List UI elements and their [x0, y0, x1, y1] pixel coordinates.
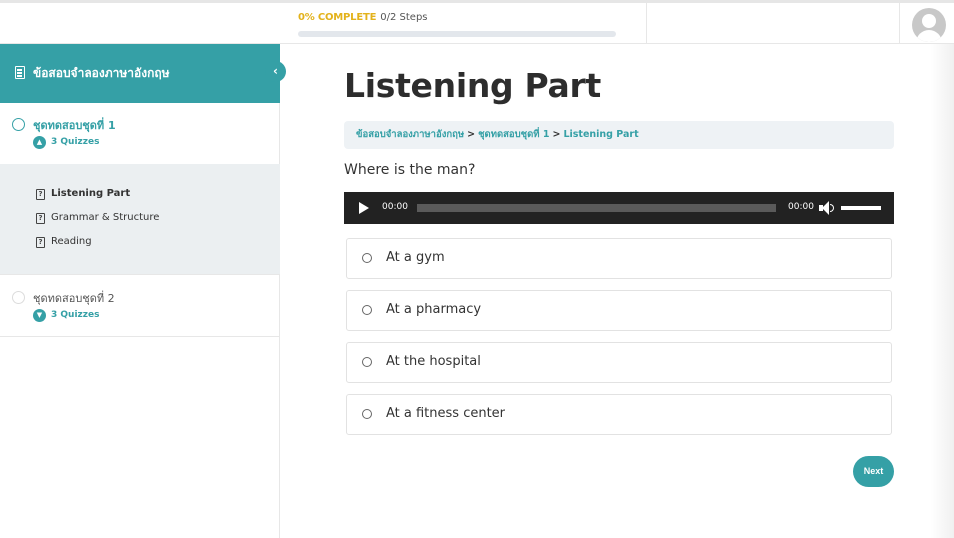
answer-option-gym[interactable]: At a gym [346, 238, 892, 279]
course-title: ข้อสอบจำลองภาษาอังกฤษ [33, 66, 170, 80]
breadcrumb-item-course[interactable]: ข้อสอบจำลองภาษาอังกฤษ [356, 129, 464, 140]
course-progress: 0% COMPLETE 0/2 Steps [298, 12, 428, 23]
avatar-shoulders [916, 30, 942, 42]
lesson-item-grammar[interactable]: ? Grammar & Structure [36, 212, 266, 226]
sidebar-section-1[interactable]: ชุดทดสอบชุดที่ 1 ▲ 3 Quizzes [0, 103, 280, 164]
breadcrumb: ข้อสอบจำลองภาษาอังกฤษ > ชุดทดสอบชุดที่ 1 > L… [344, 121, 894, 149]
lesson-label: Grammar & Structure [51, 212, 160, 223]
section-status-circle-icon [12, 118, 25, 131]
sound-wave [830, 204, 834, 212]
answer-label: At the hospital [386, 354, 481, 369]
lesson-label: Reading [51, 236, 92, 247]
quiz-icon: ? [36, 213, 45, 224]
lesson-list: ? Listening Part ? Grammar & Structure ?… [0, 164, 280, 274]
current-time: 00:00 [382, 202, 408, 212]
answer-option-pharmacy[interactable]: At a pharmacy [346, 290, 892, 331]
radio-button[interactable] [362, 409, 372, 419]
lesson-label: Listening Part [51, 188, 131, 199]
section-title[interactable]: ชุดทดสอบชุดที่ 1 [33, 116, 116, 134]
quiz-toggle[interactable]: ▲ 3 Quizzes [33, 136, 153, 150]
answer-label: At a fitness center [386, 406, 506, 421]
quiz-content: Listening Part ข้อสอบจำลองภาษาอังกฤษ > ชุด… [281, 44, 954, 538]
speaker-cone [822, 201, 829, 215]
section-title[interactable]: ชุดทดสอบชุดที่ 2 [33, 289, 115, 307]
breadcrumb-item-current: Listening Part [563, 129, 639, 140]
progress-percent: 0% COMPLETE [298, 12, 377, 23]
chevron-down-icon: ▼ [33, 309, 46, 322]
radio-button[interactable] [362, 305, 372, 315]
top-divider [646, 3, 647, 44]
volume-slider[interactable] [841, 206, 881, 210]
lesson-item-reading[interactable]: ? Reading [36, 236, 266, 250]
progress-steps: 0/2 Steps [380, 12, 428, 23]
lesson-item-listening[interactable]: ? Listening Part [36, 188, 266, 202]
quiz-count: 3 Quizzes [51, 137, 100, 147]
breadcrumb-separator: > [552, 129, 561, 140]
audio-seek-bar[interactable] [417, 204, 776, 212]
answer-label: At a pharmacy [386, 302, 482, 317]
section-status-circle-icon [12, 291, 25, 304]
chevron-up-icon: ▲ [33, 136, 46, 149]
audio-player: 00:00 00:00 [344, 192, 894, 224]
answer-label: At a gym [386, 250, 445, 265]
answer-option-hospital[interactable]: At the hospital [346, 342, 892, 383]
course-header[interactable]: ข้อสอบจำลองภาษาอังกฤษ [0, 44, 280, 103]
progress-bar [298, 31, 616, 37]
top-bar: 0% COMPLETE 0/2 Steps [0, 0, 954, 44]
answer-option-fitness-center[interactable]: At a fitness center [346, 394, 892, 435]
sidebar-section-2[interactable]: ชุดทดสอบชุดที่ 2 ▼ 3 Quizzes [0, 274, 280, 337]
quiz-count: 3 Quizzes [51, 310, 100, 320]
top-divider [899, 3, 900, 44]
radio-button[interactable] [362, 357, 372, 367]
volume-icon[interactable] [819, 200, 835, 216]
user-avatar-icon[interactable] [912, 8, 946, 42]
quiz-toggle[interactable]: ▼ 3 Quizzes [33, 309, 153, 323]
breadcrumb-item-section[interactable]: ชุดทดสอบชุดที่ 1 [478, 129, 549, 140]
breadcrumb-separator: > [467, 129, 476, 140]
quiz-icon: ? [36, 189, 45, 200]
document-icon [15, 66, 25, 79]
course-sidebar: ข้อสอบจำลองภาษาอังกฤษ ‹ ชุดทดสอบชุดที่ 1… [0, 44, 286, 538]
next-button[interactable]: Next [853, 456, 894, 487]
play-icon[interactable] [359, 202, 369, 214]
page-title: Listening Part [344, 66, 601, 105]
radio-button[interactable] [362, 253, 372, 263]
duration-time: 00:00 [788, 202, 814, 212]
quiz-icon: ? [36, 237, 45, 248]
progress-text: 0% COMPLETE 0/2 Steps [298, 12, 428, 23]
question-text: Where is the man? [344, 162, 476, 178]
avatar-head [922, 14, 936, 28]
